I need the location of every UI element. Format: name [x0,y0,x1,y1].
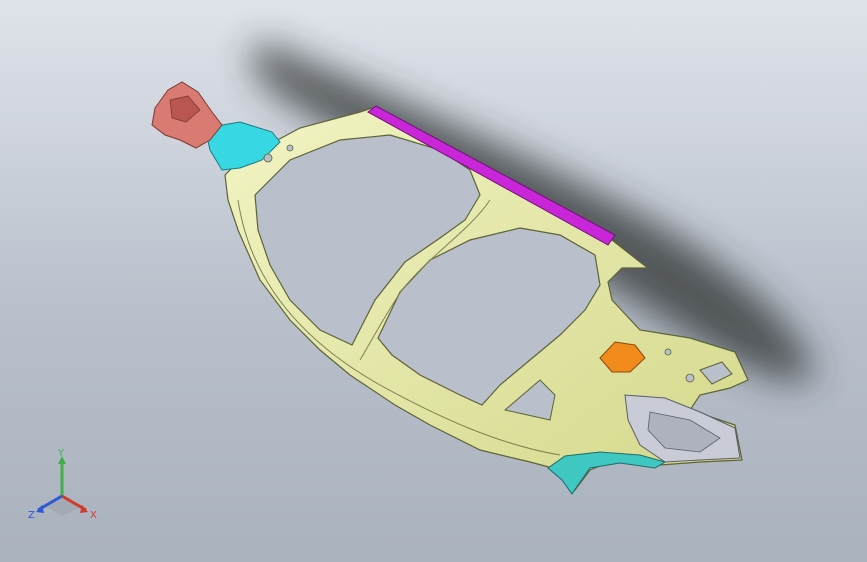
wheel-arch-trim[interactable] [547,451,667,495]
mount-hole [664,348,672,356]
mount-hole [685,373,695,383]
mount-hole [263,153,273,163]
cad-viewport[interactable]: Y X Z [0,0,867,562]
coordinate-triad: Y X Z [28,448,97,521]
triad-z-label: Z [28,510,35,521]
mount-hole [286,144,294,152]
body-side-model[interactable] [0,0,867,562]
triad-y-label: Y [57,448,65,459]
triad-x-label: X [90,510,97,521]
